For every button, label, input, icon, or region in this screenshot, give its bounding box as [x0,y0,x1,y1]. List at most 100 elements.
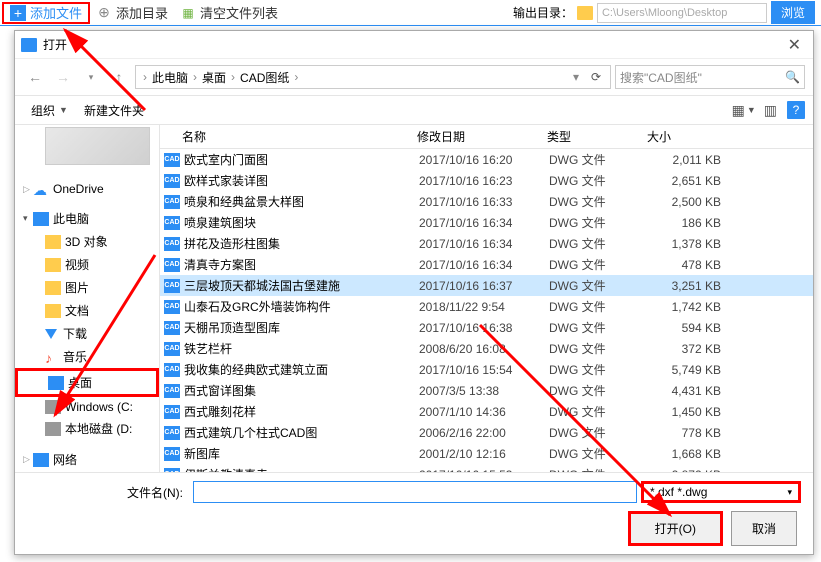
file-size: 594 KB [649,321,729,335]
file-type: DWG 文件 [549,193,649,210]
add-file-button[interactable]: + 添加文件 [2,2,90,24]
file-date: 2017/10/16 16:33 [419,195,549,209]
file-row[interactable]: CAD 拼花及造形柱图集 2017/10/16 16:34 DWG 文件 1,3… [160,233,813,254]
add-file-label: 添加文件 [30,3,82,22]
chevron-right-icon: › [140,70,150,84]
dwg-file-icon: CAD [164,321,180,335]
col-size-header[interactable]: 大小 [647,128,727,145]
file-row[interactable]: CAD 天棚吊顶造型图库 2017/10/16 16:38 DWG 文件 594… [160,317,813,338]
chevron-right-icon: › [291,70,301,84]
file-row[interactable]: CAD 西式建筑几个柱式CAD图 2006/2/16 22:00 DWG 文件 … [160,422,813,443]
breadcrumb-seg[interactable]: 桌面 [200,69,228,86]
col-date-header[interactable]: 修改日期 [417,128,547,145]
file-row[interactable]: CAD 喷泉建筑图块 2017/10/16 16:34 DWG 文件 186 K… [160,212,813,233]
file-row[interactable]: CAD 喷泉和经典盆景大样图 2017/10/16 16:33 DWG 文件 2… [160,191,813,212]
file-type: DWG 文件 [549,256,649,273]
clear-list-button[interactable]: ▦ 清空文件列表 [174,2,284,24]
file-date: 2007/3/5 13:38 [419,384,549,398]
file-name: 欧式室内门面图 [184,151,419,168]
nav-music[interactable]: ♪音乐 [15,345,159,368]
drive-icon [45,400,61,414]
refresh-icon[interactable]: ⟳ [586,67,606,87]
file-row[interactable]: CAD 清真寺方案图 2017/10/16 16:34 DWG 文件 478 K… [160,254,813,275]
up-button[interactable]: ↑ [107,65,131,89]
breadcrumb[interactable]: › 此电脑 › 桌面 › CAD图纸 › ▾ ⟳ [135,65,611,89]
nav-documents[interactable]: 文档 [15,299,159,322]
file-size: 186 KB [649,216,729,230]
browse-button[interactable]: 浏览 [771,1,815,24]
search-input[interactable]: 搜索"CAD图纸" 🔍 [615,65,805,89]
file-size: 372 KB [649,342,729,356]
nav-3d-objects[interactable]: 3D 对象 [15,230,159,253]
file-row[interactable]: CAD 铁艺栏杆 2008/6/20 16:08 DWG 文件 372 KB [160,338,813,359]
nav-drive-c[interactable]: Windows (C: [15,397,159,417]
open-button[interactable]: 打开(O) [628,511,723,546]
file-date: 2017/10/16 16:20 [419,153,549,167]
file-name: 清真寺方案图 [184,256,419,273]
folder-icon [45,235,61,249]
organize-button[interactable]: 组织 ▼ [23,98,76,123]
dwg-file-icon: CAD [164,384,180,398]
search-icon: 🔍 [785,70,800,84]
file-row[interactable]: CAD 伊斯兰教清真寺 2017/10/16 15:53 DWG 文件 2,87… [160,464,813,472]
filename-input[interactable] [193,481,637,503]
file-list-pane: 名称 修改日期 类型 大小 CAD 欧式室内门面图 2017/10/16 16:… [160,125,813,472]
col-type-header[interactable]: 类型 [547,128,647,145]
file-type: DWG 文件 [549,172,649,189]
nav-downloads[interactable]: 下载 [15,322,159,345]
nav-network[interactable]: ▷网络 [15,448,159,471]
preview-pane-button[interactable]: ▥ [760,100,781,121]
file-row[interactable]: CAD 我收集的经典欧式建筑立面 2017/10/16 15:54 DWG 文件… [160,359,813,380]
file-list: CAD 欧式室内门面图 2017/10/16 16:20 DWG 文件 2,01… [160,149,813,472]
recent-button[interactable]: ▾ [79,65,103,89]
file-row[interactable]: CAD 新图库 2001/2/10 12:16 DWG 文件 1,668 KB [160,443,813,464]
view-mode-button[interactable]: ▦ ▼ [728,100,760,121]
col-name-header[interactable]: 名称 [182,128,417,145]
file-row[interactable]: CAD 三层坡顶天都城法国古堡建施 2017/10/16 16:37 DWG 文… [160,275,813,296]
file-row[interactable]: CAD 欧样式家装详图 2017/10/16 16:23 DWG 文件 2,65… [160,170,813,191]
cancel-button[interactable]: 取消 [731,511,797,546]
new-folder-button[interactable]: 新建文件夹 [76,98,152,123]
dwg-file-icon: CAD [164,195,180,209]
file-date: 2017/10/16 16:34 [419,258,549,272]
back-button[interactable]: ← [23,65,47,89]
downloads-icon [45,329,57,339]
file-name: 新图库 [184,445,419,462]
chevron-down-icon: ▾ [787,487,792,498]
file-date: 2017/10/16 16:34 [419,216,549,230]
app-toolbar: + 添加文件 ⊕ 添加目录 ▦ 清空文件列表 输出目录： 浏览 [0,0,821,26]
output-path-input[interactable] [597,3,767,23]
close-icon[interactable]: ✕ [782,35,807,55]
quick-access-thumb[interactable] [45,127,150,165]
nav-drive-d[interactable]: 本地磁盘 (D: [15,417,159,440]
file-name: 西式雕刻花样 [184,403,419,420]
breadcrumb-seg[interactable]: CAD图纸 [238,69,291,86]
dwg-file-icon: CAD [164,363,180,377]
plus-icon: + [10,5,26,21]
dwg-file-icon: CAD [164,405,180,419]
file-row[interactable]: CAD 西式窗详图集 2007/3/5 13:38 DWG 文件 4,431 K… [160,380,813,401]
nav-desktop[interactable]: 桌面 [15,368,159,397]
file-row[interactable]: CAD 山泰石及GRC外墙装饰构件 2018/11/22 9:54 DWG 文件… [160,296,813,317]
nav-this-pc[interactable]: ▾此电脑 [15,207,159,230]
file-date: 2017/10/16 15:54 [419,363,549,377]
file-size: 1,668 KB [649,447,729,461]
file-name: 拼花及造形柱图集 [184,235,419,252]
dwg-file-icon: CAD [164,258,180,272]
file-type: DWG 文件 [549,445,649,462]
file-filter-select[interactable]: *.dxf *.dwg ▾ [641,481,801,503]
breadcrumb-seg[interactable]: 此电脑 [150,69,190,86]
file-size: 1,742 KB [649,300,729,314]
clear-icon: ▦ [180,5,196,21]
help-button[interactable]: ? [787,101,805,119]
file-date: 2017/10/16 16:38 [419,321,549,335]
nav-onedrive[interactable]: ▷☁OneDrive [15,179,159,199]
add-dir-button[interactable]: ⊕ 添加目录 [90,2,174,24]
file-row[interactable]: CAD 欧式室内门面图 2017/10/16 16:20 DWG 文件 2,01… [160,149,813,170]
nav-pictures[interactable]: 图片 [15,276,159,299]
nav-videos[interactable]: 视频 [15,253,159,276]
forward-button[interactable]: → [51,65,75,89]
chevron-down-icon[interactable]: ▾ [570,70,582,84]
clear-list-label: 清空文件列表 [200,3,278,22]
file-row[interactable]: CAD 西式雕刻花样 2007/1/10 14:36 DWG 文件 1,450 … [160,401,813,422]
